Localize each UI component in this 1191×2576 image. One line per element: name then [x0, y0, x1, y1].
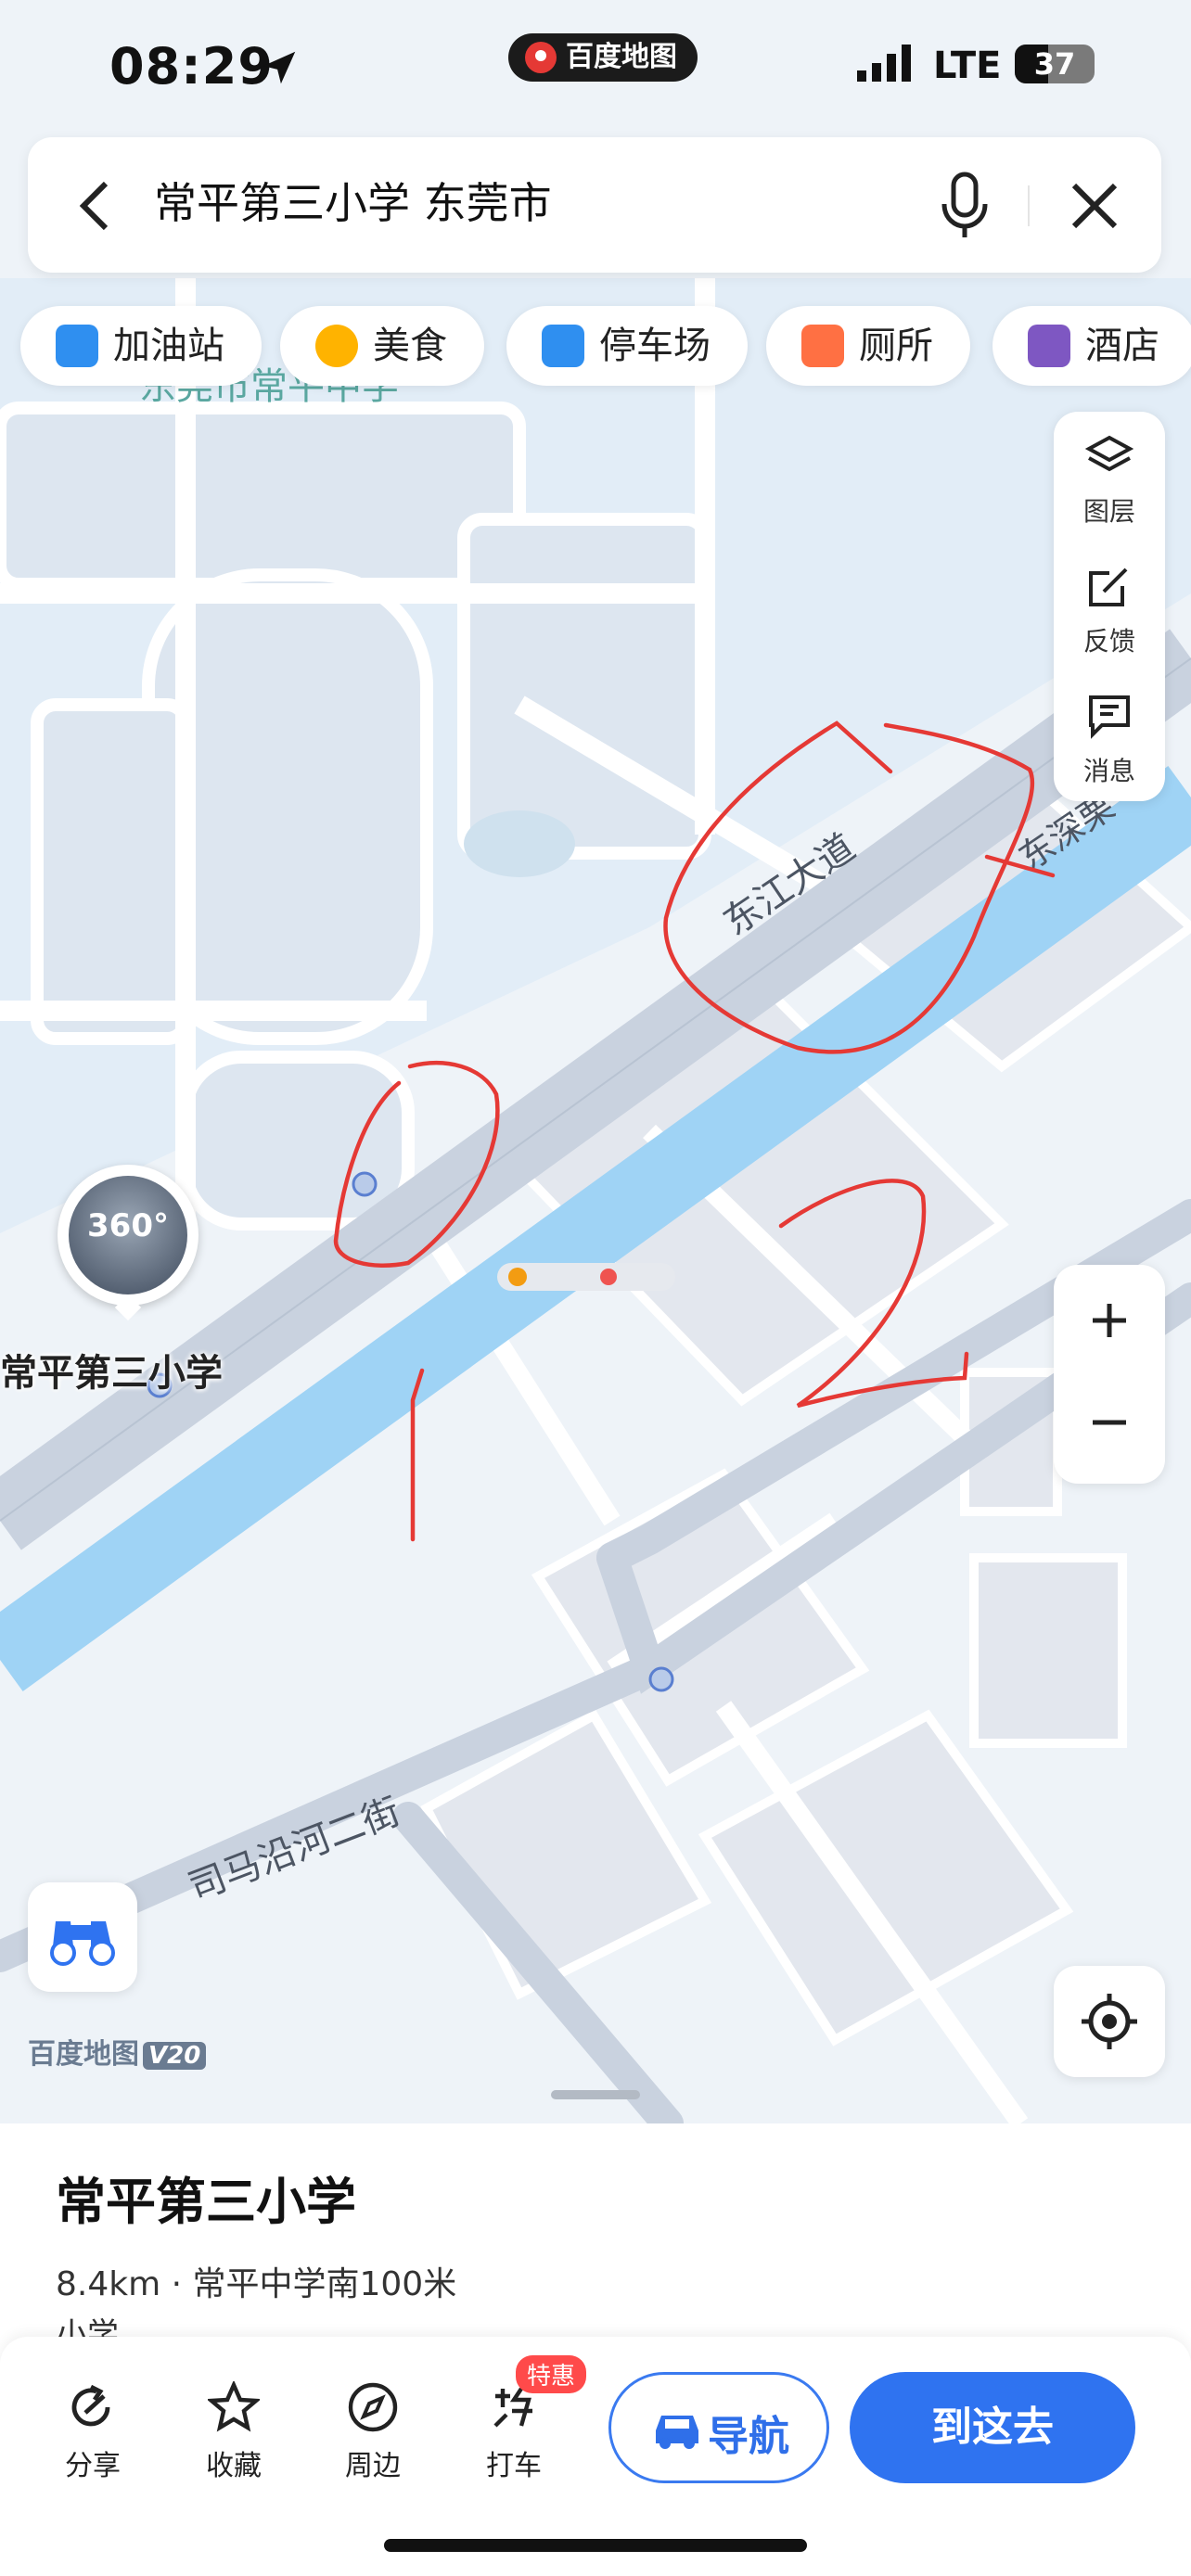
feedback-button[interactable]: 反馈	[1054, 542, 1165, 671]
chip-label: 美食	[373, 325, 447, 367]
compass-icon	[348, 2382, 398, 2432]
app-badge[interactable]: 百度地图	[508, 33, 698, 82]
feedback-label: 反馈	[1082, 626, 1135, 657]
battery-indicator: 37	[1015, 45, 1095, 83]
microphone-icon[interactable]	[939, 171, 991, 241]
place-distance: 8.4km · 常平中学南100米	[56, 2265, 457, 2303]
chip-label: 酒店	[1085, 325, 1159, 367]
clock: 08:29	[109, 37, 274, 96]
map-tools-panel: 图层 反馈 消息	[1054, 412, 1165, 801]
go-here-button[interactable]: 到这去	[850, 2372, 1135, 2483]
favorite-label: 收藏	[206, 2450, 262, 2482]
battery-level: 37	[1033, 46, 1076, 82]
toilet-icon	[801, 325, 844, 367]
chip-food[interactable]: 美食	[280, 306, 484, 386]
chip-toilet[interactable]: 厕所	[766, 306, 970, 386]
explore-button[interactable]	[28, 1882, 137, 1992]
taxi-deal-badge: 特惠	[516, 2355, 587, 2393]
chip-gas-station[interactable]: 加油站	[20, 306, 262, 386]
crosshair-icon	[1082, 1994, 1137, 2049]
taxi-label: 打车	[486, 2450, 542, 2482]
parking-icon	[542, 325, 584, 367]
zoom-in-button[interactable]	[1054, 1265, 1165, 1374]
home-indicator[interactable]	[384, 2539, 807, 2552]
search-bar[interactable]	[28, 137, 1161, 273]
binoculars-icon	[50, 1921, 115, 1966]
layers-icon	[1085, 435, 1133, 472]
map-view[interactable]: 东莞市常平中学 东江大道 东深栗 司马沿河二街 08:29 百度地图 LTE 3	[0, 0, 1191, 2123]
sheet-drag-handle[interactable]	[551, 2090, 640, 2099]
food-icon	[315, 325, 358, 367]
nearby-button[interactable]: 周边	[317, 2381, 429, 2483]
map-brand: 百度地图 V20	[28, 2031, 207, 2072]
app-badge-label: 百度地图	[566, 41, 677, 73]
status-bar: 08:29 百度地图 LTE 37	[0, 33, 1191, 102]
chip-label: 厕所	[859, 325, 933, 367]
nearby-label: 周边	[345, 2450, 401, 2482]
car-icon	[656, 2416, 698, 2449]
chip-label: 加油站	[113, 325, 224, 367]
brand-version: V20	[143, 2042, 207, 2070]
share-label: 分享	[65, 2450, 121, 2482]
chip-parking[interactable]: 停车场	[506, 306, 748, 386]
minus-icon	[1093, 1420, 1126, 1425]
place-title: 常平第三小学	[56, 2173, 356, 2231]
poi-label[interactable]: 常平第三小学	[0, 1343, 223, 1396]
navigate-label: 导航	[708, 2413, 789, 2460]
baidu-map-pin-icon	[525, 42, 557, 73]
navigate-button[interactable]: 导航	[608, 2372, 829, 2483]
layers-label: 图层	[1082, 496, 1135, 527]
share-button[interactable]: 分享	[37, 2381, 148, 2483]
share-icon	[71, 2384, 110, 2427]
message-icon	[1089, 695, 1130, 739]
layers-button[interactable]: 图层	[1054, 412, 1165, 542]
location-arrow-icon	[263, 51, 296, 84]
search-input[interactable]	[152, 174, 954, 226]
panorama-thumbnail: 360°	[69, 1176, 187, 1294]
zoom-controls	[1054, 1265, 1165, 1484]
star-icon	[208, 2381, 260, 2432]
hotel-icon	[1028, 325, 1070, 367]
network-type: LTE	[933, 45, 1002, 87]
panorama-marker[interactable]: 360°	[58, 1165, 198, 1321]
messages-label: 消息	[1082, 756, 1135, 786]
plus-icon	[1093, 1304, 1126, 1337]
locate-me-button[interactable]	[1054, 1966, 1165, 2077]
favorite-button[interactable]: 收藏	[178, 2381, 289, 2483]
edit-icon	[1089, 567, 1128, 606]
signal-icon	[857, 45, 911, 82]
messages-button[interactable]: 消息	[1054, 671, 1165, 801]
chip-hotel[interactable]: 酒店	[992, 306, 1191, 386]
brand-name: 百度地图	[28, 2038, 139, 2071]
back-arrow-icon[interactable]	[76, 178, 113, 234]
taxi-button[interactable]: 打车	[458, 2381, 570, 2483]
chip-label: 停车场	[599, 325, 711, 367]
gas-pump-icon	[56, 325, 98, 367]
close-icon[interactable]	[1067, 178, 1122, 234]
search-divider	[1028, 185, 1030, 226]
zoom-out-button[interactable]	[1054, 1374, 1165, 1484]
